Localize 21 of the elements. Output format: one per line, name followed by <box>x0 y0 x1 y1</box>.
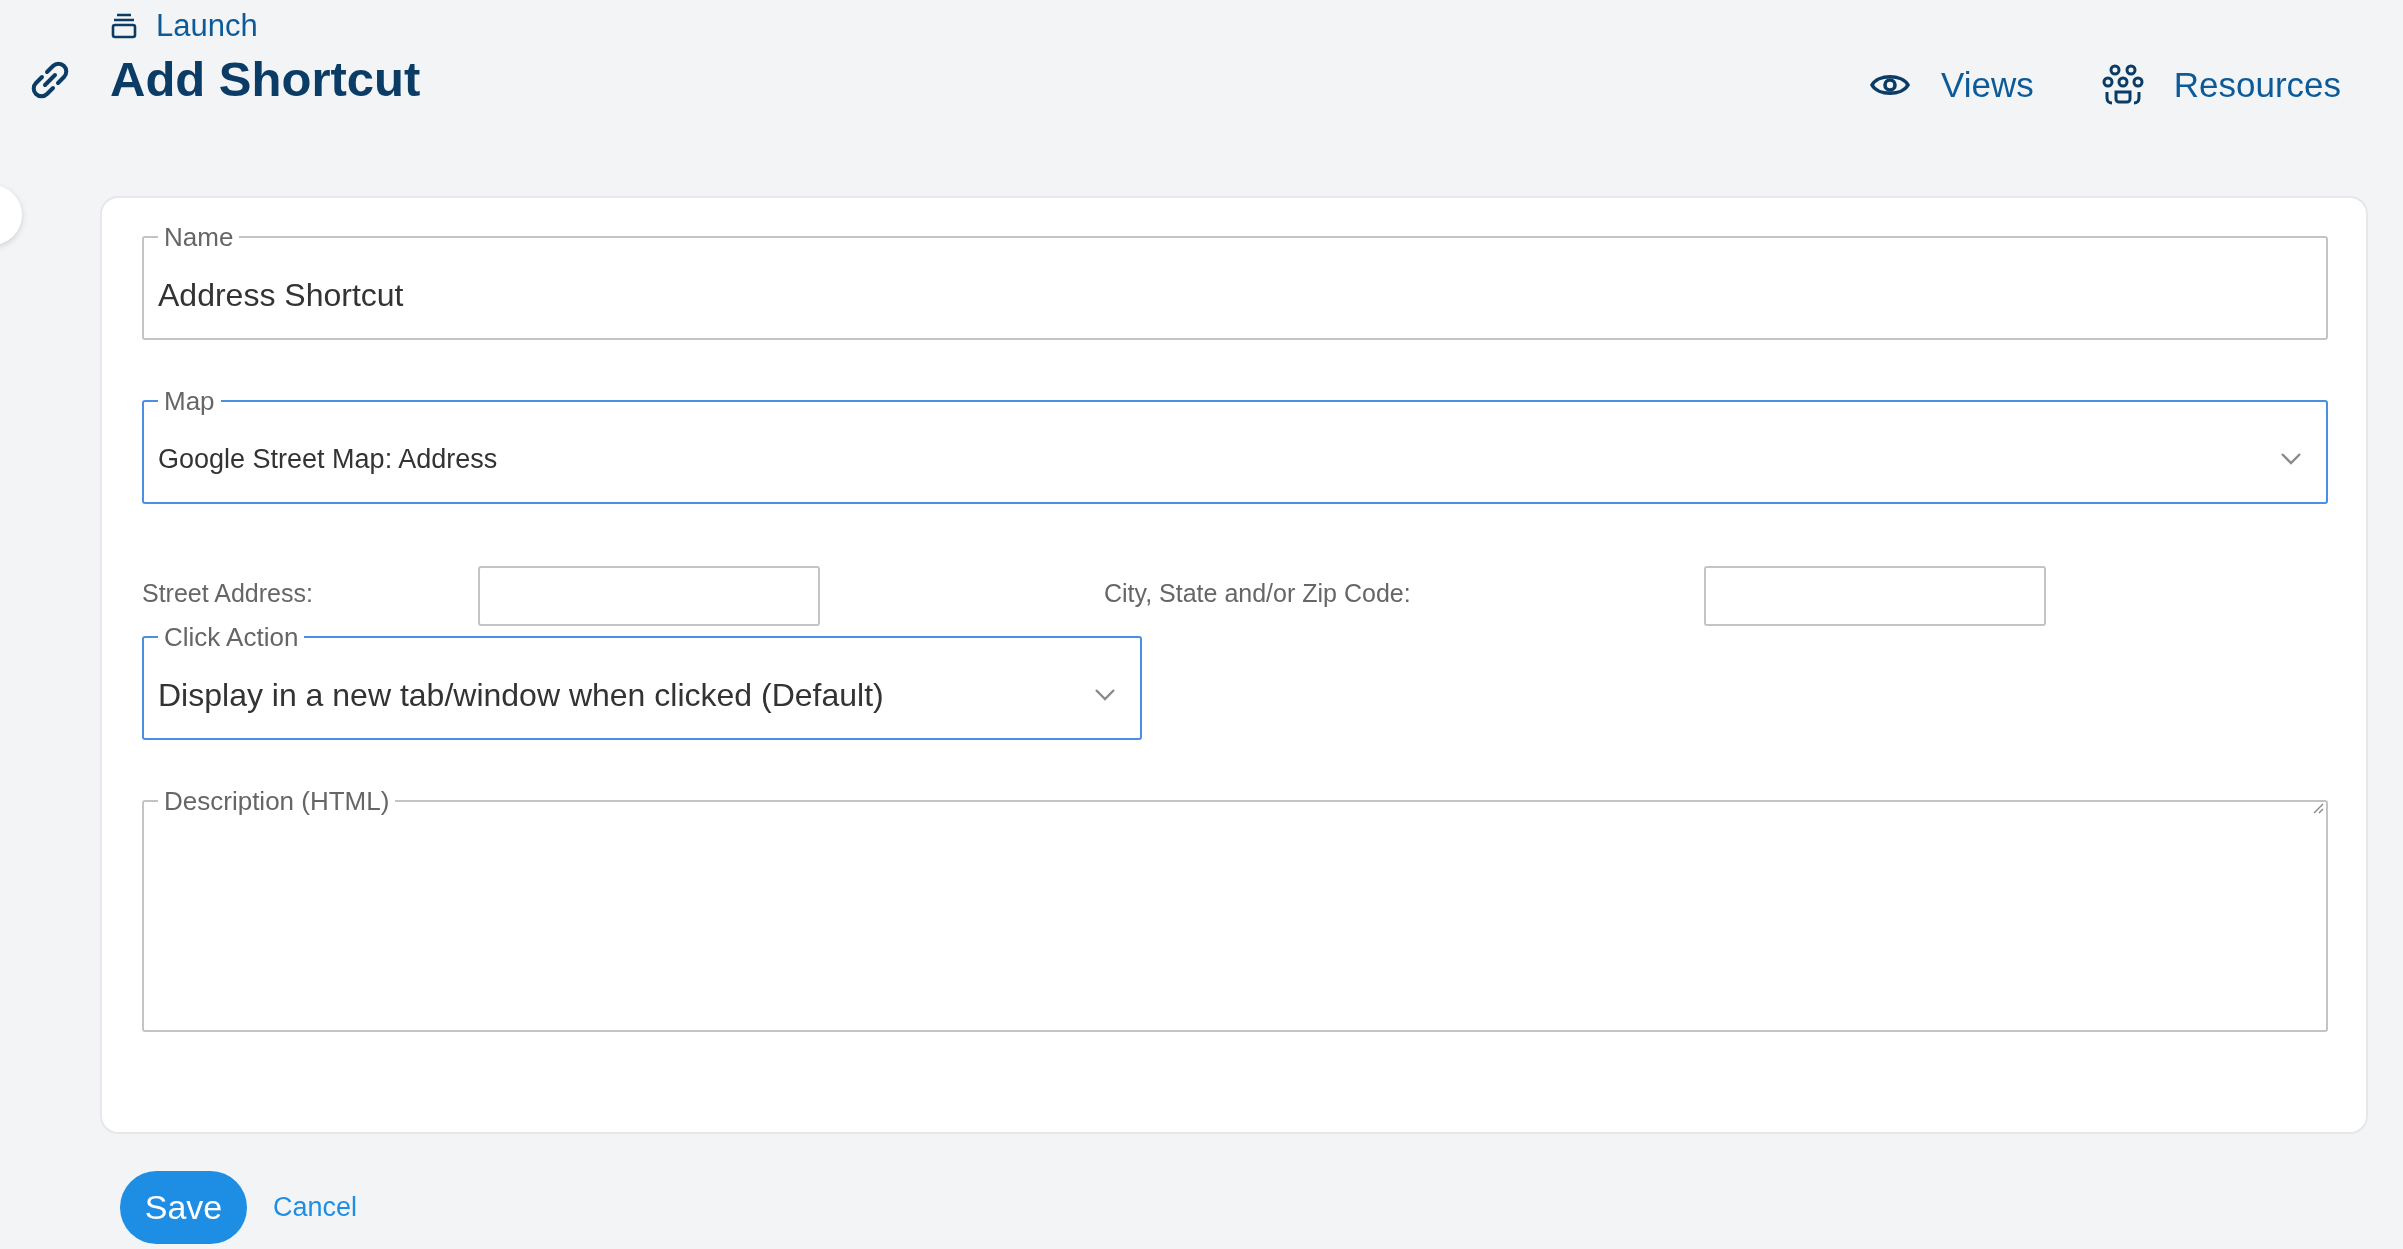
city-state-zip-input[interactable] <box>1704 566 2046 626</box>
group-icon <box>2101 64 2144 106</box>
field-value: Display in a new tab/window when clicked (Default) <box>158 676 884 715</box>
stack-icon <box>110 12 138 40</box>
field-label: Map <box>163 386 216 416</box>
street-address-input[interactable] <box>478 566 820 626</box>
breadcrumb-link[interactable]: Launch <box>156 2 258 50</box>
nav-link[interactable]: Resources <box>2101 58 2341 112</box>
save-button[interactable]: Save <box>120 1171 247 1244</box>
chevron-down-icon <box>2280 452 2302 466</box>
field-label: City, State and/or Zip Code: <box>1104 577 1412 609</box>
field-label: Click Action <box>163 622 300 652</box>
field-label: Description (HTML) <box>163 786 391 816</box>
nav-link[interactable]: Views <box>1868 58 2034 112</box>
chevron-down-icon <box>1094 688 1116 702</box>
resize-grip-icon[interactable] <box>2312 802 2324 814</box>
page-title: Add Shortcut <box>110 51 421 109</box>
field-label: Street Address: <box>142 577 314 609</box>
field-label: Name <box>163 222 235 252</box>
field-value: Address Shortcut <box>158 276 404 315</box>
field-value: Google Street Map: Address <box>158 442 498 476</box>
